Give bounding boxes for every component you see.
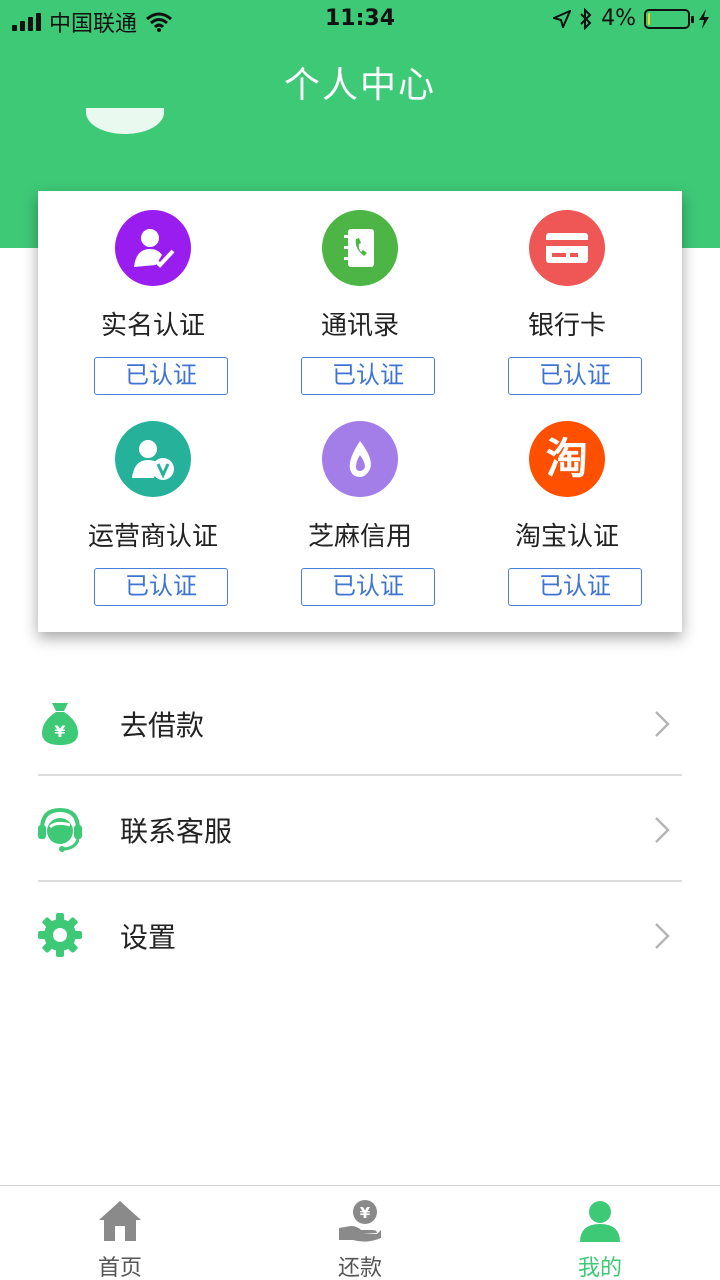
- charging-icon: [699, 8, 709, 29]
- verify-label: 芝麻信用: [307, 522, 412, 552]
- battery-percent: 4%: [601, 6, 636, 31]
- menu-item-customer-service[interactable]: 联系客服: [0, 776, 720, 882]
- verify-item-bank-card[interactable]: 银行卡 已认证: [460, 191, 674, 402]
- carrier-icon: [115, 421, 191, 497]
- verify-item-sesame-credit[interactable]: 芝麻信用 已认证: [253, 402, 467, 613]
- verified-badge[interactable]: 已认证: [301, 357, 435, 395]
- battery-icon: [644, 8, 694, 29]
- verify-item-carrier[interactable]: 运营商认证 已认证: [46, 402, 260, 613]
- customer-service-icon: [38, 807, 82, 852]
- tab-label: 我的: [577, 1256, 622, 1280]
- verified-badge[interactable]: 已认证: [94, 357, 228, 395]
- verify-item-contacts[interactable]: 通讯录 已认证: [253, 191, 467, 402]
- menu-label: 去借款: [120, 709, 205, 742]
- status-bar: 中国联通 11:34 4%: [0, 0, 720, 40]
- verify-label: 实名认证: [100, 311, 205, 341]
- chevron-right-icon: [655, 923, 670, 949]
- svg-text:¥: ¥: [54, 722, 65, 741]
- user-icon: [580, 1201, 620, 1242]
- verify-label: 淘宝认证: [514, 522, 619, 552]
- battery-level: [648, 12, 650, 25]
- menu-item-borrow[interactable]: ¥ 去借款: [0, 670, 720, 776]
- home-icon: [99, 1201, 141, 1241]
- id-verify-icon: [115, 210, 191, 286]
- tab-mine[interactable]: 我的: [480, 1186, 720, 1280]
- tab-bar: 首页 ¥ 还款 我的: [0, 1185, 720, 1280]
- money-bag-icon: ¥: [42, 703, 78, 745]
- avatar[interactable]: [86, 108, 164, 134]
- bluetooth-icon: [580, 7, 592, 30]
- gear-icon: [38, 913, 82, 957]
- menu-label: 联系客服: [120, 815, 233, 848]
- verify-label: 运营商认证: [87, 522, 218, 552]
- menu-item-settings[interactable]: 设置: [0, 882, 720, 988]
- verify-label: 银行卡: [527, 311, 606, 341]
- page-title: 个人中心: [283, 65, 436, 106]
- sesame-credit-icon: [322, 421, 398, 497]
- verified-badge[interactable]: 已认证: [508, 568, 642, 606]
- repay-icon: ¥: [339, 1200, 381, 1242]
- verify-label: 通讯录: [320, 311, 399, 341]
- svg-text:¥: ¥: [360, 1204, 371, 1222]
- tab-repay[interactable]: ¥ 还款: [240, 1186, 480, 1280]
- verified-badge[interactable]: 已认证: [301, 568, 435, 606]
- verified-badge[interactable]: 已认证: [94, 568, 228, 606]
- location-icon: [553, 9, 572, 28]
- bank-card-icon: [529, 210, 605, 286]
- tab-label: 还款: [337, 1256, 382, 1280]
- taobao-icon: 淘: [529, 421, 605, 497]
- verified-badge[interactable]: 已认证: [508, 357, 642, 395]
- taobao-glyph: 淘: [545, 434, 588, 483]
- verification-card: 实名认证 已认证 通讯录 已认证 银行卡 已认证 运营商认证 已认证 芝麻信用 …: [38, 191, 682, 632]
- tab-home[interactable]: 首页: [0, 1186, 240, 1280]
- chevron-right-icon: [655, 817, 670, 843]
- menu-label: 设置: [120, 921, 177, 954]
- tab-label: 首页: [97, 1256, 142, 1280]
- verify-item-taobao[interactable]: 淘 淘宝认证 已认证: [460, 402, 674, 613]
- contacts-icon: [322, 210, 398, 286]
- verify-item-real-name[interactable]: 实名认证 已认证: [46, 191, 260, 402]
- menu-list: ¥ 去借款 联系客服 设置: [0, 670, 720, 988]
- chevron-right-icon: [655, 711, 670, 737]
